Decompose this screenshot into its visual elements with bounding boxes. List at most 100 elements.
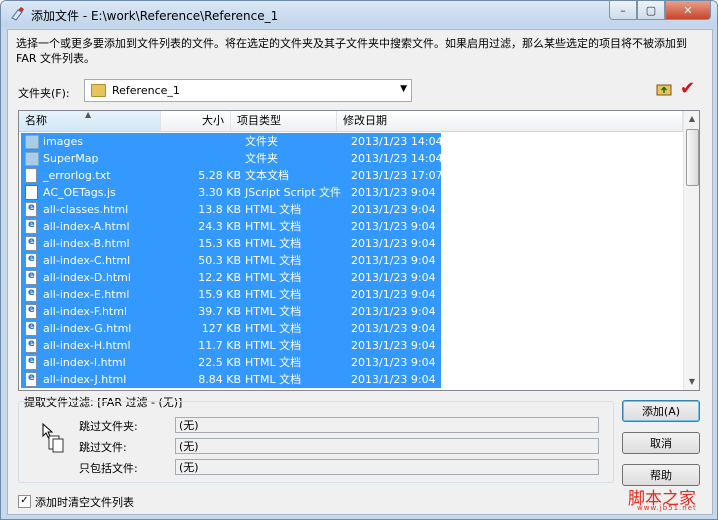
scroll-up-icon[interactable]: ▲ [684,111,699,127]
table-row[interactable]: all-index-F.html 39.7 KB HTML 文档 2013/1/23 … [19,303,683,320]
title-bar[interactable]: 添加文件 - E:\work\Reference\Reference_1 – ▢… [1,1,717,27]
include-only-field: (无) [175,459,599,475]
folder-up-icon[interactable] [656,82,672,96]
cell-name: all-classes.html [43,203,129,216]
html-icon [25,338,37,353]
table-row[interactable]: all-index-J.html 8.84 KB HTML 文档 2013/1/23 … [19,371,683,388]
table-row[interactable]: all-index-G.html 127 KB HTML 文档 2013/1/23 9… [19,320,683,337]
cell-size: 15.9 KB [198,288,241,301]
cell-name: all-index-J.html [43,373,127,386]
watermark-url: www.jb51.net [637,504,697,512]
folder-icon [25,135,39,149]
folder-icon [91,84,106,97]
html-icon [25,253,37,268]
minimize-button[interactable]: – [609,1,637,20]
cell-date: 2013/1/23 9:04 [351,220,436,233]
close-button[interactable]: ✕ [665,1,711,20]
table-row[interactable]: all-index-B.html 15.3 KB HTML 文档 2013/1/23 … [19,235,683,252]
table-row[interactable]: _errorlog.txt 5.28 KB 文本文档 2013/1/23 17:07 [19,167,683,184]
table-row[interactable]: all-classes.html 13.8 KB HTML 文档 2013/1/23 … [19,201,683,218]
column-header-name[interactable]: ▲ 名称 [19,111,161,131]
table-row[interactable]: all-index-I.html 22.5 KB HTML 文档 2013/1/23 … [19,354,683,371]
cell-date: 2013/1/23 14:04 [351,152,443,165]
html-icon [25,202,37,217]
cell-date: 2013/1/23 9:04 [351,237,436,250]
table-row[interactable]: all-index-A.html 24.3 KB HTML 文档 2013/1/23 … [19,218,683,235]
maximize-button[interactable]: ▢ [637,1,665,20]
help-button[interactable]: 帮助 [622,464,700,486]
clear-list-checkbox[interactable]: ✓ [18,495,31,508]
cell-type: 文件夹 [245,135,278,148]
chevron-down-icon[interactable]: ▼ [400,84,407,94]
cell-date: 2013/1/23 9:04 [351,305,436,318]
cell-date: 2013/1/23 9:04 [351,203,436,216]
cell-size: 24.3 KB [198,220,241,233]
table-row[interactable]: SuperMap 文件夹 2013/1/23 14:04 [19,150,683,167]
cell-name: SuperMap [43,152,99,165]
folder-combobox[interactable]: Reference_1 ▼ [84,79,412,102]
cell-date: 2013/1/23 17:07 [351,169,443,182]
cell-type: HTML 文档 [245,203,302,216]
html-icon [25,287,37,302]
cell-type: HTML 文档 [245,254,302,267]
filter-files-icon [42,422,64,453]
filter-group: 跳过文件夹: (无) 跳过文件: (无) 只包括文件: (无) [18,401,614,483]
scroll-thumb[interactable] [686,129,699,186]
vertical-scrollbar[interactable]: ▲ ▼ [683,111,699,390]
cell-name: all-index-A.html [43,220,130,233]
add-files-dialog: 添加文件 - E:\work\Reference\Reference_1 – ▢… [0,0,718,520]
cell-name: images [43,135,83,148]
add-button[interactable]: 添加(A) [622,400,700,422]
skip-folders-label: 跳过文件夹: [79,420,138,433]
table-row[interactable]: images 文件夹 2013/1/23 14:04 [19,133,683,150]
column-header-type[interactable]: 项目类型 [231,111,337,131]
cell-name: AC_OETags.js [43,186,116,199]
html-icon [25,355,37,370]
file-rows: images 文件夹 2013/1/23 14:04 SuperMap 文件夹 2013/… [19,133,683,388]
window-controls: – ▢ ✕ [609,1,711,20]
cell-date: 2013/1/23 9:04 [351,271,436,284]
cell-type: HTML 文档 [245,305,302,318]
cell-type: HTML 文档 [245,271,302,284]
window-title: 添加文件 - E:\work\Reference\Reference_1 [31,9,279,23]
cell-name: all-index-H.html [43,339,131,352]
skip-folders-field: (无) [175,417,599,433]
checkmark-icon[interactable]: ✔ [680,78,695,99]
cancel-button[interactable]: 取消 [622,432,700,454]
cell-date: 2013/1/23 9:04 [351,288,436,301]
column-header-date[interactable]: 修改日期 [337,111,683,131]
include-only-label: 只包括文件: [79,462,138,475]
table-row[interactable]: all-index-C.html 50.3 KB HTML 文档 2013/1/23 … [19,252,683,269]
cell-date: 2013/1/23 9:04 [351,373,436,386]
cell-date: 2013/1/23 14:04 [351,135,443,148]
column-header-size[interactable]: 大小 [161,111,231,131]
cell-type: HTML 文档 [245,339,302,352]
table-row[interactable]: all-index-D.html 12.2 KB HTML 文档 2013/1/23 … [19,269,683,286]
clear-list-label[interactable]: 添加时清空文件列表 [35,494,134,510]
table-row[interactable]: all-index-E.html 15.9 KB HTML 文档 2013/1/23 … [19,286,683,303]
cell-size: 50.3 KB [198,254,241,267]
table-row[interactable]: all-index-H.html 11.7 KB HTML 文档 2013/1/23 … [19,337,683,354]
cell-size: 12.2 KB [198,271,241,284]
scroll-down-icon[interactable]: ▼ [684,374,699,390]
cell-name: all-index-E.html [43,288,130,301]
file-list[interactable]: ▲ 名称 大小 项目类型 修改日期 images 文件夹 2013/1/23 14:… [18,110,700,391]
cell-size: 5.28 KB [198,169,241,182]
cell-type: 文本文档 [245,169,289,182]
cell-date: 2013/1/23 9:04 [351,356,436,369]
cell-date: 2013/1/23 9:04 [351,339,436,352]
cell-name: _errorlog.txt [43,169,111,182]
folder-value: Reference_1 [112,84,180,97]
cell-size: 8.84 KB [198,373,241,386]
sort-ascending-icon: ▲ [85,110,92,119]
html-icon [25,236,37,251]
cell-size: 11.7 KB [198,339,241,352]
html-icon [25,372,37,387]
cell-name: all-index-C.html [43,254,131,267]
cell-type: JScript Script 文件 [245,186,342,199]
folder-icon [25,152,39,166]
table-row[interactable]: AC_OETags.js 3.30 KB JScript Script 文件 2013… [19,184,683,201]
cell-date: 2013/1/23 9:04 [351,186,436,199]
skip-files-field: (无) [175,438,599,454]
cell-type: HTML 文档 [245,373,302,386]
